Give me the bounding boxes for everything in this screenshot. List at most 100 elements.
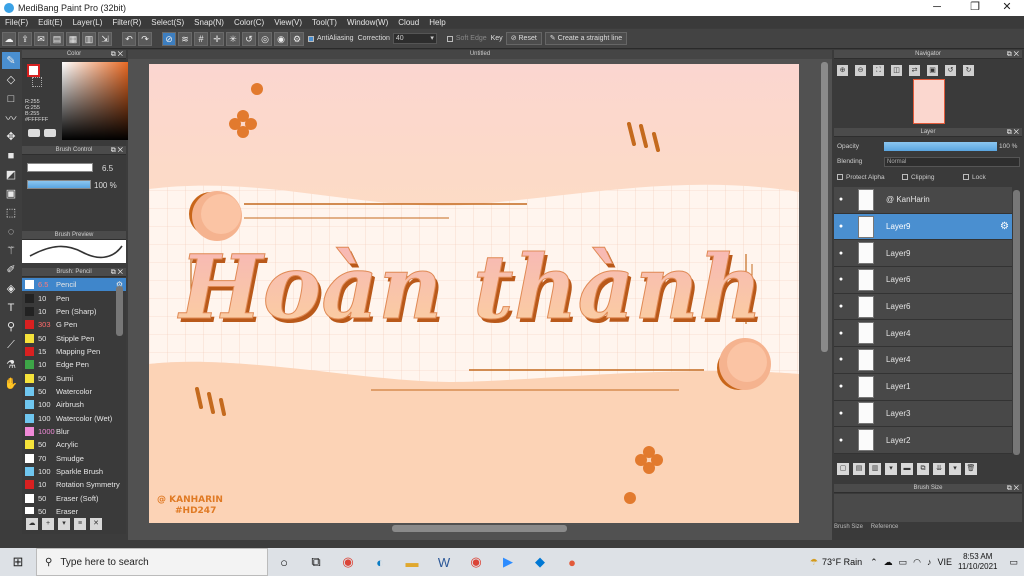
brush-item[interactable]: 10 Edge Pen [22, 358, 126, 371]
layer-visibility-icon[interactable]: ● [834, 356, 848, 363]
onedrive-icon[interactable]: ☁ [884, 557, 893, 568]
antialias-checkbox[interactable] [308, 35, 314, 42]
share-icon[interactable]: ⇪ [18, 31, 32, 46]
word-icon[interactable]: W [428, 548, 460, 576]
layer-opacity-slider[interactable] [884, 142, 997, 151]
messenger-icon[interactable]: ◆ [524, 548, 556, 576]
clipping-checkbox[interactable] [902, 174, 908, 181]
navigator-thumbnail[interactable] [913, 79, 945, 124]
brush-item[interactable]: 50 Eraser (Soft) [22, 492, 126, 505]
menu-view[interactable]: View(V) [269, 18, 307, 27]
panel-close-icon[interactable]: ⧉ ✕ [1007, 484, 1019, 493]
straight-line-button[interactable]: ✎ Create a straight line [544, 32, 628, 45]
panel-close-icon[interactable]: ⧉ ✕ [1007, 50, 1019, 59]
brush-item[interactable]: 100 Sparkle Brush [22, 465, 126, 478]
menu-edit[interactable]: Edit(E) [33, 18, 67, 27]
hand-tool-icon[interactable]: ✋ [2, 375, 20, 392]
divide-tool-icon[interactable]: ⟋ [2, 337, 20, 354]
gradient-tool-icon[interactable]: ▣ [2, 185, 20, 202]
brush-item[interactable]: 1000 Blur [22, 425, 126, 438]
layer-visibility-icon[interactable]: ● [834, 330, 848, 337]
undo-icon[interactable]: ↶ [122, 31, 136, 46]
layer-row[interactable]: ● Layer9 [834, 240, 1012, 268]
brush-size-presets[interactable] [834, 494, 1022, 522]
snap-off-icon[interactable]: ⊘ [162, 31, 176, 46]
export-icon[interactable]: ⇲ [98, 31, 112, 46]
correction-select[interactable]: 40 [392, 33, 437, 44]
chrome-icon[interactable]: ◉ [332, 548, 364, 576]
snap-cross-icon[interactable]: ✛ [210, 31, 224, 46]
select-eraser-tool-icon[interactable]: ◈ [2, 280, 20, 297]
layer-visibility-icon[interactable]: ● [834, 250, 848, 257]
color-saturation-picker[interactable] [62, 62, 130, 140]
menu-help[interactable]: Help [424, 18, 450, 27]
canvas-vertical-scrollbar[interactable] [821, 62, 828, 352]
bucket-tool-icon[interactable]: ◩ [2, 166, 20, 183]
battery-icon[interactable]: ▭ [899, 557, 908, 568]
color-history-button[interactable] [44, 129, 56, 137]
panel-close-icon[interactable]: ⧉ ✕ [1007, 128, 1019, 137]
tab-brush-size[interactable]: Brush Size [834, 524, 863, 530]
duplicate-layer-icon[interactable]: ⧉ [917, 463, 929, 475]
zoom-app-icon[interactable]: ▶ [492, 548, 524, 576]
close-button[interactable]: ✕ [990, 0, 1024, 16]
snap-grid-icon[interactable]: # [194, 31, 208, 46]
brush-settings-icon[interactable]: ≡ [74, 518, 86, 530]
brush-item[interactable]: 303 G Pen [22, 318, 126, 331]
move-tool-icon[interactable]: ✥ [2, 128, 20, 145]
zoom-out-icon[interactable]: ⊖ [855, 65, 866, 76]
panel-close-icon[interactable]: ⧉ ✕ [111, 50, 123, 59]
panel-close-icon[interactable]: ⧉ ✕ [111, 146, 123, 155]
brush-item[interactable]: 10 Pen [22, 291, 126, 304]
taskbar-clock[interactable]: 8:53 AM 11/10/2021 [958, 552, 997, 572]
brush-menu-icon[interactable]: ▾ [58, 518, 70, 530]
layer-visibility-icon[interactable]: ● [834, 196, 848, 203]
layer-list-scrollbar[interactable] [1013, 190, 1020, 455]
clipping-toggle[interactable]: Clipping [902, 174, 935, 181]
snap-ellipse-icon[interactable]: ◎ [258, 31, 272, 46]
lock-checkbox[interactable] [963, 174, 969, 181]
menu-select[interactable]: Select(S) [146, 18, 189, 27]
brush-item[interactable]: 6.5 Pencil ⚙ [22, 278, 126, 292]
zoom-in-icon[interactable]: ⊕ [837, 65, 848, 76]
lasso-tool-icon[interactable]: ◌ [2, 223, 20, 240]
menu-filter[interactable]: Filter(R) [107, 18, 146, 27]
reset-button[interactable]: ⊘ Reset [505, 32, 542, 45]
blending-select[interactable]: Normal [884, 157, 1020, 167]
cortana-icon[interactable]: ○ [268, 548, 300, 576]
language-indicator[interactable]: VIE [938, 557, 953, 567]
blur-tool-icon[interactable]: 〰 [2, 109, 20, 126]
redo-icon[interactable]: ↷ [138, 31, 152, 46]
delete-layer-icon[interactable]: 🗑 [965, 463, 977, 475]
snap-curve-icon[interactable]: ↺ [242, 31, 256, 46]
layer-settings-gear-icon[interactable]: ⚙ [1000, 221, 1009, 232]
menu-layer[interactable]: Layer(L) [68, 18, 108, 27]
new-halftone-layer-icon[interactable]: ▤ [853, 463, 865, 475]
brush-item[interactable]: 10 Pen (Sharp) [22, 305, 126, 318]
layer-row[interactable]: ● Layer1 [834, 373, 1012, 401]
windows-start-icon[interactable]: ⊞ [0, 554, 36, 570]
snap-settings-icon[interactable]: ⚙ [290, 31, 304, 46]
menu-tool[interactable]: Tool(T) [307, 18, 342, 27]
soft-edge-checkbox[interactable] [446, 35, 453, 42]
dot-tool-icon[interactable]: □ [2, 90, 20, 107]
brush-tool-icon[interactable]: ✎ [2, 52, 20, 69]
brush-item[interactable]: 50 Stipple Pen [22, 331, 126, 344]
menu-color[interactable]: Color(C) [229, 18, 269, 27]
layer-visibility-icon[interactable]: ● [834, 383, 848, 390]
cloud-brush-icon[interactable]: ☁ [26, 518, 38, 530]
brush-size-slider[interactable] [27, 163, 93, 172]
text-tool-icon[interactable]: T [2, 299, 20, 316]
panel-close-icon[interactable]: ⧉ ✕ [111, 268, 123, 277]
zoom-actual-icon[interactable]: ◫ [891, 65, 902, 76]
layer-visibility-icon[interactable]: ● [834, 410, 848, 417]
new-8bit-layer-icon[interactable]: ▥ [869, 463, 881, 475]
layer-visibility-icon[interactable]: ● [834, 437, 848, 444]
maximize-button[interactable]: ❐ [958, 0, 992, 16]
layer-row[interactable]: ● Layer4 [834, 320, 1012, 348]
brush-item[interactable]: 70 Smudge [22, 451, 126, 464]
brush-item[interactable]: 50 Watercolor [22, 385, 126, 398]
menu-window[interactable]: Window(W) [342, 18, 393, 27]
layer-visibility-icon[interactable]: ● [834, 223, 848, 230]
cloud-icon[interactable]: ☁ [2, 31, 16, 46]
